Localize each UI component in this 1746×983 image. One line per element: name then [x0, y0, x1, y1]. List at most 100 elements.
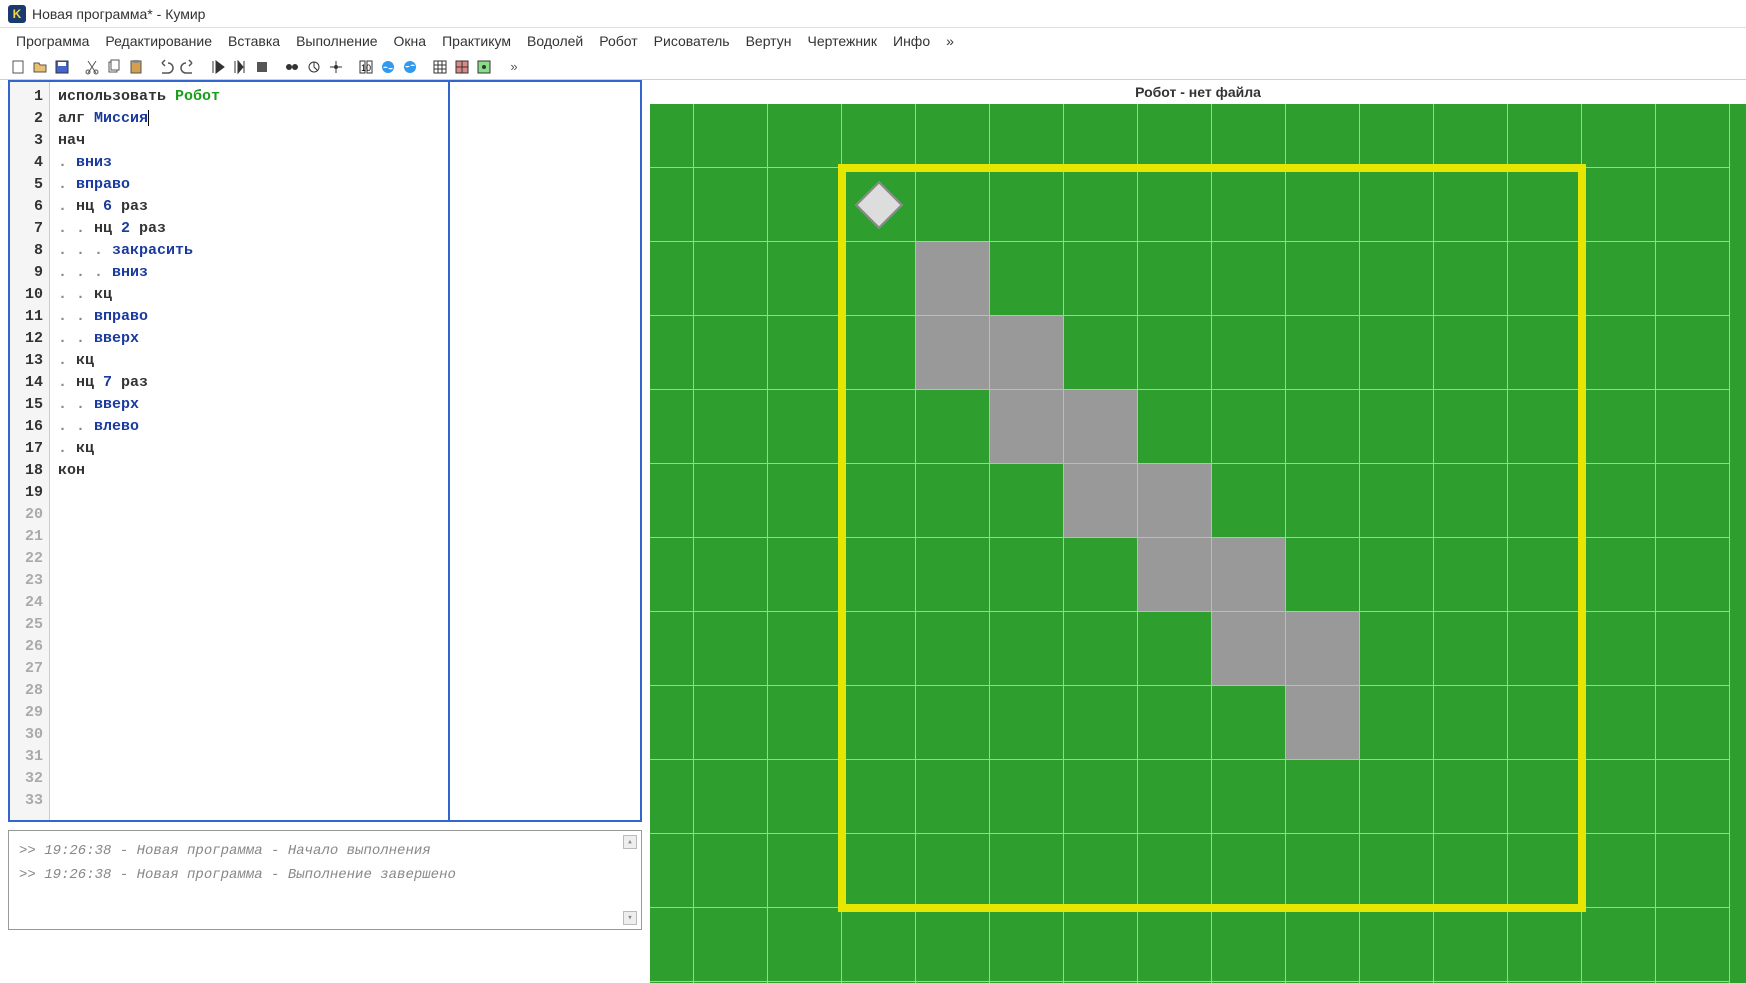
- more-button[interactable]: »: [504, 57, 524, 77]
- code-line[interactable]: . нц 6 раз: [58, 196, 440, 218]
- paste-button[interactable]: [126, 57, 146, 77]
- grid-cell: [842, 908, 916, 982]
- scroll-down-button[interactable]: ▾: [623, 911, 637, 925]
- bp2-button[interactable]: [304, 57, 324, 77]
- code-line[interactable]: . нц 7 раз: [58, 372, 440, 394]
- code-line[interactable]: . вправо: [58, 174, 440, 196]
- menu-item-рисователь[interactable]: Рисователь: [646, 30, 738, 52]
- code-line[interactable]: . . вверх: [58, 328, 440, 350]
- code-line[interactable]: кон: [58, 460, 440, 482]
- menu-item-окна[interactable]: Окна: [386, 30, 435, 52]
- bp1-button[interactable]: [282, 57, 302, 77]
- code-line[interactable]: . . нц 2 раз: [58, 218, 440, 240]
- grid-cell: [1286, 316, 1360, 390]
- margin-area: [450, 82, 640, 820]
- menu-item-выполнение[interactable]: Выполнение: [288, 30, 385, 52]
- code-line[interactable]: использовать Робот: [58, 86, 440, 108]
- code-line[interactable]: . . кц: [58, 284, 440, 306]
- menu-item-»[interactable]: »: [938, 30, 962, 52]
- scroll-up-button[interactable]: ▴: [623, 835, 637, 849]
- menu-item-программа[interactable]: Программа: [8, 30, 97, 52]
- grid-cell: [650, 316, 694, 390]
- menu-item-редактирование[interactable]: Редактирование: [97, 30, 220, 52]
- grid-cell: [916, 908, 990, 982]
- grid-cell: [694, 168, 768, 242]
- grid-cell: [1508, 908, 1582, 982]
- g2-button[interactable]: [452, 57, 472, 77]
- window-title: Новая программа* - Кумир: [32, 6, 205, 22]
- line-number: 19: [10, 482, 49, 504]
- grid-cell: [842, 612, 916, 686]
- grid-cell: [1656, 316, 1730, 390]
- grid-cell: [990, 686, 1064, 760]
- grid-cell: [650, 242, 694, 316]
- grid-cell: [694, 612, 768, 686]
- grid-cell: [1582, 104, 1656, 168]
- v2-button[interactable]: [378, 57, 398, 77]
- line-number: 2: [10, 108, 49, 130]
- code-line[interactable]: . . . вниз: [58, 262, 440, 284]
- menubar: ПрограммаРедактированиеВставкаВыполнение…: [0, 28, 1746, 54]
- undo-button[interactable]: [156, 57, 176, 77]
- code-line[interactable]: . . влево: [58, 416, 440, 438]
- grid-cell: [842, 390, 916, 464]
- save-button[interactable]: [52, 57, 72, 77]
- grid-cell: [1212, 464, 1286, 538]
- grid-cell: [1286, 104, 1360, 168]
- bp3-button[interactable]: [326, 57, 346, 77]
- grid-cell: [1508, 168, 1582, 242]
- grid-cell: [650, 760, 694, 834]
- menu-item-вертун[interactable]: Вертун: [738, 30, 800, 52]
- code-line[interactable]: . кц: [58, 350, 440, 372]
- redo-button[interactable]: [178, 57, 198, 77]
- line-number: 12: [10, 328, 49, 350]
- open-button[interactable]: [30, 57, 50, 77]
- grid-cell: [650, 168, 694, 242]
- stop-button[interactable]: [252, 57, 272, 77]
- code-area[interactable]: использовать Роботалг Миссиянач. вниз. в…: [50, 82, 450, 820]
- line-number: 26: [10, 636, 49, 658]
- new-button[interactable]: [8, 57, 28, 77]
- grid-cell: [1064, 390, 1138, 464]
- cut-button[interactable]: [82, 57, 102, 77]
- v3-button[interactable]: [400, 57, 420, 77]
- code-line[interactable]: . . . закрасить: [58, 240, 440, 262]
- grid-cell: [990, 908, 1064, 982]
- v1-button[interactable]: 10: [356, 57, 376, 77]
- menu-item-робот[interactable]: Робот: [591, 30, 645, 52]
- g3-button[interactable]: [474, 57, 494, 77]
- code-line[interactable]: нач: [58, 130, 440, 152]
- line-number: 10: [10, 284, 49, 306]
- grid-cell: [1064, 908, 1138, 982]
- code-line[interactable]: . . вверх: [58, 394, 440, 416]
- menu-item-водолей[interactable]: Водолей: [519, 30, 591, 52]
- grid-cell: [990, 168, 1064, 242]
- grid-cell: [650, 390, 694, 464]
- menu-item-практикум[interactable]: Практикум: [434, 30, 519, 52]
- line-number: 28: [10, 680, 49, 702]
- grid-cell: [1138, 104, 1212, 168]
- grid-cell: [694, 760, 768, 834]
- grid-cell: [1508, 316, 1582, 390]
- menu-item-чертежник[interactable]: Чертежник: [799, 30, 885, 52]
- code-line[interactable]: алг Миссия: [58, 108, 440, 130]
- code-editor[interactable]: 1234567891011121314151617181920212223242…: [8, 80, 642, 822]
- code-line[interactable]: . . вправо: [58, 306, 440, 328]
- step-button[interactable]: [230, 57, 250, 77]
- copy-button[interactable]: [104, 57, 124, 77]
- console-scrollbar[interactable]: ▴ ▾: [623, 835, 637, 925]
- g1-button[interactable]: [430, 57, 450, 77]
- grid-cell: [1286, 538, 1360, 612]
- code-line[interactable]: . кц: [58, 438, 440, 460]
- grid-cell: [1138, 316, 1212, 390]
- grid-cell: [916, 760, 990, 834]
- menu-item-инфо[interactable]: Инфо: [885, 30, 938, 52]
- run-button[interactable]: [208, 57, 228, 77]
- robot-field[interactable]: [650, 104, 1746, 983]
- grid-cell: [768, 760, 842, 834]
- menu-item-вставка[interactable]: Вставка: [220, 30, 288, 52]
- grid-cell: [694, 686, 768, 760]
- grid-cell: [1360, 834, 1434, 908]
- line-number: 33: [10, 790, 49, 812]
- code-line[interactable]: . вниз: [58, 152, 440, 174]
